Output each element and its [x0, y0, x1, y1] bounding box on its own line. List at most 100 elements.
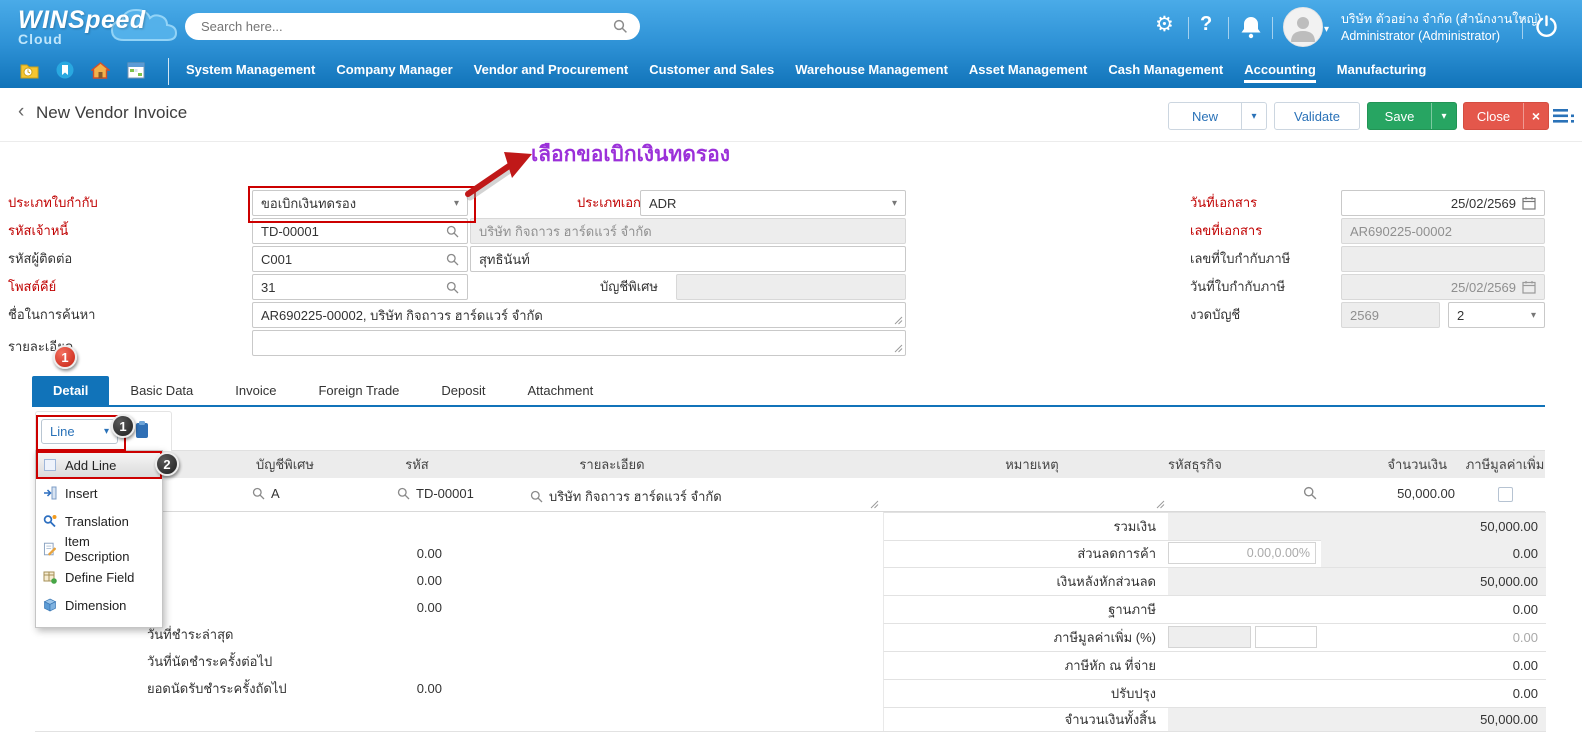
row-code-cell[interactable]: TD-00001: [397, 486, 474, 501]
row-special-account-value: A: [271, 486, 280, 501]
nav-company-manager[interactable]: Company Manager: [336, 62, 452, 83]
close-x-icon[interactable]: ×: [1523, 103, 1548, 129]
period-no-select[interactable]: 2 ▾: [1448, 302, 1545, 328]
nav-system-management[interactable]: System Management: [186, 62, 315, 83]
recent-folder-icon[interactable]: [20, 62, 39, 79]
notification-bell-icon[interactable]: [1240, 15, 1262, 39]
search-icon[interactable]: [252, 487, 265, 500]
summary-value: 50,000.00: [1168, 708, 1546, 731]
invoice-type-select[interactable]: ขอเบิกเงินทดรอง ▾: [252, 190, 468, 216]
help-icon[interactable]: ?: [1200, 13, 1212, 36]
table-row[interactable]: A TD-00001 บริษัท กิจถาวร ฮาร์ดแวร์ จำกั…: [35, 478, 1545, 512]
search-icon[interactable]: [397, 487, 410, 500]
menu-item-add-line[interactable]: Add Line: [36, 451, 162, 479]
new-button[interactable]: New ▾: [1168, 102, 1267, 130]
copy-clipboard-icon[interactable]: [134, 420, 150, 439]
line-table-header: โพสต์คีย์ บัญชีพิเศษ รหัส รายละเอียด หมา…: [35, 450, 1545, 479]
search-icon[interactable]: [446, 253, 459, 266]
user-avatar[interactable]: [1283, 7, 1323, 47]
resize-handle[interactable]: [1156, 500, 1165, 509]
vat-rate-input[interactable]: [1168, 626, 1251, 648]
settings-gear-icon[interactable]: ⚙: [1155, 12, 1174, 37]
row-vat-checkbox[interactable]: [1498, 487, 1513, 502]
nav-customer-sales[interactable]: Customer and Sales: [649, 62, 774, 83]
tab-detail[interactable]: Detail: [32, 376, 109, 405]
summary-value[interactable]: 0.00: [1168, 652, 1546, 679]
save-button[interactable]: Save ▾: [1367, 102, 1457, 130]
user-role: Administrator (Administrator): [1341, 28, 1541, 45]
col-description: รายละเอียด: [542, 451, 682, 478]
nav-accounting[interactable]: Accounting: [1244, 62, 1316, 83]
nav-asset-management[interactable]: Asset Management: [969, 62, 1087, 83]
new-button-label: New: [1169, 109, 1241, 124]
validate-button[interactable]: Validate: [1274, 102, 1360, 130]
doc-type-select[interactable]: ADR ▾: [640, 190, 906, 216]
left-summary-row: วันที่นัดชำระครั้งต่อไป: [35, 648, 880, 675]
home-icon[interactable]: [91, 62, 110, 79]
close-button-label: Close: [1464, 109, 1523, 124]
row-amount-cell[interactable]: 50,000.00: [1275, 486, 1455, 501]
resize-handle[interactable]: [894, 344, 903, 353]
user-company: บริษัท ตัวอย่าง จำกัด (สำนักงานใหญ่): [1341, 11, 1541, 28]
row-special-account-cell[interactable]: A: [252, 486, 280, 501]
menu-item-insert[interactable]: Insert: [36, 479, 162, 507]
left-summary-value: 0.00: [315, 594, 442, 621]
resize-handle[interactable]: [870, 500, 879, 509]
page-title: New Vendor Invoice: [36, 103, 187, 123]
tab-foreign-trade[interactable]: Foreign Trade: [297, 376, 420, 405]
nav-warehouse-management[interactable]: Warehouse Management: [795, 62, 948, 83]
line-dropdown-button[interactable]: Line ▾: [41, 419, 118, 444]
summary-value: 50,000.00: [1168, 513, 1546, 540]
summary-label: ส่วนลดการค้า: [884, 540, 1164, 567]
calendar-apps-icon[interactable]: [127, 62, 145, 79]
logout-power-icon[interactable]: [1534, 14, 1559, 39]
back-chevron-icon[interactable]: ‹: [18, 101, 24, 123]
line-button-label: Line: [50, 424, 75, 439]
menu-item-translation[interactable]: Translation: [36, 507, 162, 535]
summary-value[interactable]: 0.00: [1168, 680, 1546, 707]
tab-attachment[interactable]: Attachment: [507, 376, 615, 405]
vendor-code-field[interactable]: TD-00001: [252, 218, 468, 244]
doc-date-label: วันที่เอกสาร: [1190, 190, 1257, 216]
row-description-cell[interactable]: บริษัท กิจถาวร ฮาร์ดแวร์ จำกัด: [530, 486, 722, 507]
list-view-icon[interactable]: [1553, 108, 1575, 124]
menu-item-item-description[interactable]: Item Description: [36, 535, 162, 563]
new-dropdown-caret-icon[interactable]: ▾: [1241, 103, 1266, 129]
special-account-label: บัญชีพิเศษ: [600, 274, 658, 300]
search-icon[interactable]: [530, 490, 543, 503]
tab-invoice[interactable]: Invoice: [214, 376, 297, 405]
left-summary-value: 0.00: [315, 540, 442, 567]
discount-input[interactable]: 0.00,0.00%: [1168, 542, 1316, 564]
search-icon[interactable]: [446, 281, 459, 294]
col-code: รหัส: [347, 451, 487, 478]
close-button[interactable]: Close ×: [1463, 102, 1549, 130]
contact-code-field[interactable]: C001: [252, 246, 468, 272]
description-textarea[interactable]: [252, 330, 906, 356]
post-key-field[interactable]: 31: [252, 274, 468, 300]
summary-row-tax-base: ฐานภาษี 0.00: [883, 596, 1546, 624]
user-menu-chevron-icon[interactable]: ▾: [1324, 24, 1329, 35]
summary-value[interactable]: 0.00: [1168, 596, 1546, 623]
search-icon[interactable]: [446, 225, 459, 238]
nav-cash-management[interactable]: Cash Management: [1108, 62, 1223, 83]
calendar-icon[interactable]: [1522, 196, 1536, 210]
tab-basic-data[interactable]: Basic Data: [109, 376, 214, 405]
nav-manufacturing[interactable]: Manufacturing: [1337, 62, 1427, 83]
contact-name-field[interactable]: สุทธินันท์: [470, 246, 906, 272]
menu-item-define-field[interactable]: Define Field: [36, 563, 162, 591]
left-summary-value: 0.00: [315, 675, 442, 702]
doc-date-field[interactable]: 25/02/2569: [1341, 190, 1545, 216]
app-logo[interactable]: WINSpeed Cloud: [18, 6, 178, 56]
menu-item-dimension[interactable]: Dimension: [36, 591, 162, 619]
save-dropdown-caret-icon[interactable]: ▾: [1431, 103, 1456, 129]
col-special-account: บัญชีพิเศษ: [215, 451, 355, 478]
resize-handle[interactable]: [894, 316, 903, 325]
search-name-textarea[interactable]: AR690225-00002, บริษัท กิจถาวร ฮาร์ดแวร์…: [252, 302, 906, 328]
user-info[interactable]: บริษัท ตัวอย่าง จำกัด (สำนักงานใหญ่) Adm…: [1341, 11, 1541, 45]
bookmark-icon[interactable]: [56, 61, 74, 79]
global-search[interactable]: [185, 13, 640, 40]
vat-code-input[interactable]: [1255, 626, 1317, 648]
nav-vendor-procurement[interactable]: Vendor and Procurement: [474, 62, 629, 83]
search-input[interactable]: [199, 18, 613, 35]
tab-deposit[interactable]: Deposit: [420, 376, 506, 405]
